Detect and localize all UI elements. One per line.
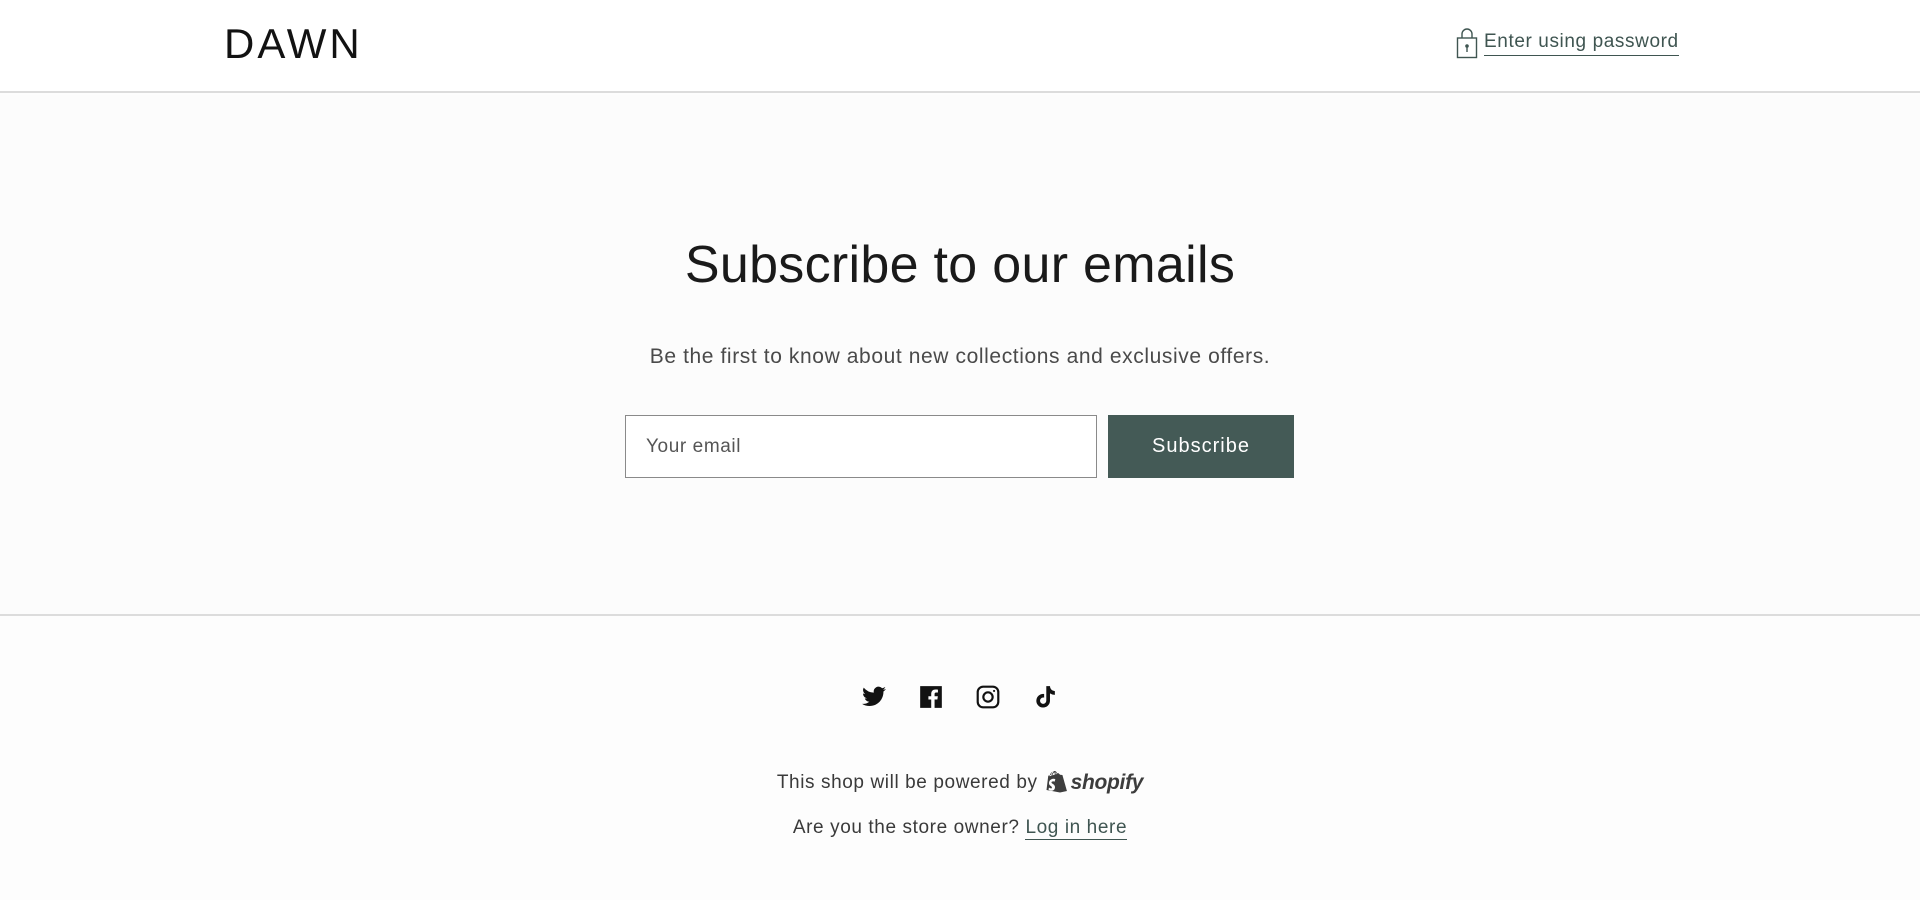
instagram-link[interactable] bbox=[975, 684, 1001, 710]
shopify-link[interactable]: shopify bbox=[1044, 770, 1144, 796]
store-owner-text: Are you the store owner? bbox=[792, 817, 1020, 838]
enter-password-label: Enter using password bbox=[1484, 30, 1679, 56]
tiktok-link[interactable] bbox=[1032, 684, 1058, 710]
lock-icon bbox=[1456, 28, 1478, 59]
subscribe-button[interactable]: Subscribe bbox=[1108, 415, 1294, 478]
email-input[interactable] bbox=[625, 415, 1097, 478]
shopify-bag-icon bbox=[1046, 771, 1067, 793]
tiktok-icon bbox=[1036, 686, 1055, 708]
login-link[interactable]: Log in here bbox=[1025, 817, 1128, 840]
site-footer: This shop will be powered by shopify Are… bbox=[0, 618, 1920, 900]
powered-by-text: This shop will be powered by bbox=[776, 772, 1038, 793]
social-links bbox=[0, 684, 1920, 710]
newsletter-subtitle: Be the first to know about new collectio… bbox=[649, 345, 1271, 368]
instagram-icon bbox=[976, 685, 1000, 709]
twitter-link[interactable] bbox=[861, 684, 887, 710]
powered-by: This shop will be powered by shopify bbox=[0, 770, 1920, 796]
store-owner-line: Are you the store owner? Log in here bbox=[0, 817, 1920, 840]
facebook-icon bbox=[920, 686, 942, 708]
enter-password-link[interactable]: Enter using password bbox=[1456, 27, 1679, 59]
site-header: DAWN Enter using password bbox=[0, 0, 1920, 93]
twitter-icon bbox=[862, 686, 886, 706]
newsletter-title: Subscribe to our emails bbox=[684, 236, 1236, 294]
newsletter-section: Subscribe to our emails Be the first to … bbox=[0, 95, 1920, 616]
shopify-wordmark: shopify bbox=[1070, 771, 1144, 794]
facebook-link[interactable] bbox=[918, 684, 944, 710]
store-logo[interactable]: DAWN bbox=[224, 20, 363, 68]
